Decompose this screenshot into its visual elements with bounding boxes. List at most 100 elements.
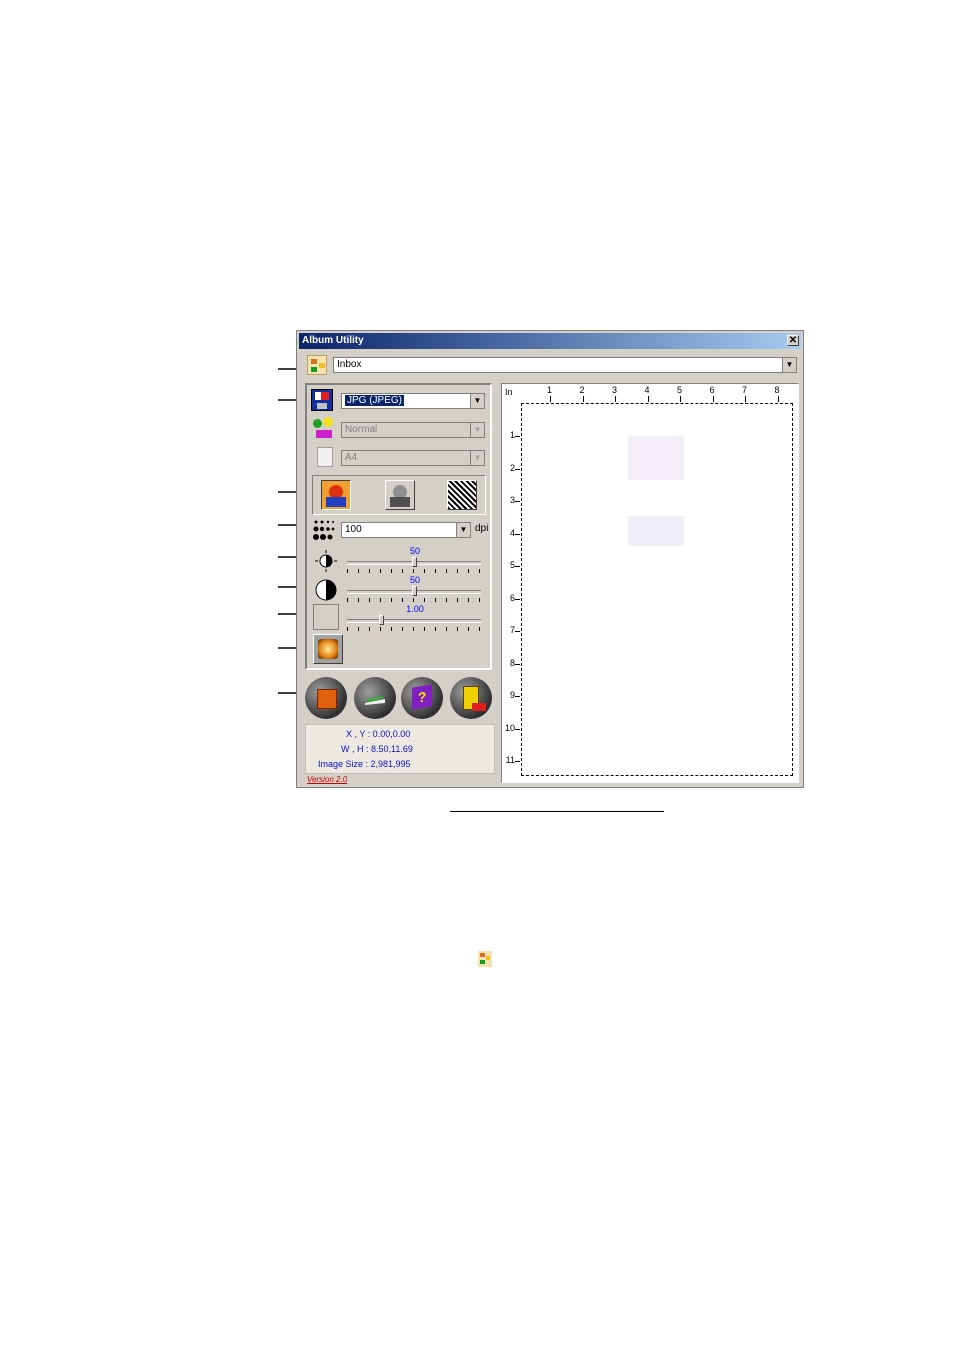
acquire-button[interactable]: [305, 677, 347, 719]
chevron-down-icon[interactable]: ▼: [470, 423, 484, 437]
ruler-unit: In: [505, 387, 513, 397]
xy-readout: X , Y : 0.00,0.00: [346, 729, 411, 739]
color-mode-button[interactable]: [321, 480, 351, 510]
ruler-tick: [515, 501, 520, 502]
gamma-grid-icon: [313, 604, 339, 630]
contrast-slider-thumb[interactable]: [412, 586, 417, 596]
brightness-value: 50: [409, 546, 420, 556]
gamma-slider-thumb[interactable]: [378, 615, 384, 625]
format-select[interactable]: JPG (JPEG) ▼: [341, 393, 485, 409]
acquire-icon: [317, 689, 337, 709]
album-utility-window: Album Utility ✕ Inbox ▼ JPG (JPEG) ▼ Nor…: [296, 330, 804, 788]
chevron-down-icon[interactable]: ▼: [470, 394, 484, 408]
chevron-down-icon[interactable]: ▼: [456, 523, 470, 537]
left-ruler: 1 2 3 4 5 6 7 8 9 10 11: [502, 384, 520, 782]
ruler-tick: [582, 396, 584, 402]
ruler-tick: [515, 598, 520, 600]
album-select[interactable]: Inbox ▼: [333, 357, 797, 373]
album-icon[interactable]: [307, 355, 327, 375]
exit-button[interactable]: [450, 677, 492, 719]
quality-select-value: Normal: [345, 424, 378, 435]
ruler-tick: [680, 396, 681, 402]
ruler-tick-label: 8: [774, 385, 780, 395]
ruler-tick-label: 7: [742, 385, 748, 395]
thumbnail: [628, 436, 684, 480]
chevron-down-icon[interactable]: ▼: [782, 358, 796, 372]
gamma-value: 1.00: [406, 604, 424, 614]
ruler-tick: [515, 631, 520, 632]
close-button[interactable]: ✕: [787, 335, 799, 346]
paper-select-value: A4: [345, 452, 358, 463]
ruler-tick: [515, 728, 520, 730]
ruler-tick: [515, 468, 520, 470]
ruler-tick: [777, 396, 779, 402]
dpi-select-value: 100: [345, 524, 362, 535]
scan-page-area[interactable]: [521, 403, 793, 776]
preview-area[interactable]: 1 2 3 4 5 6 7 8 1 2 3 4 5 6 7 8 9 10 11 In: [501, 383, 799, 783]
help-button[interactable]: ?: [401, 677, 443, 719]
ruler-tick-label: 3: [509, 495, 515, 505]
help-book-icon: ?: [412, 684, 432, 710]
info-panel: X , Y : 0.00,0.00 W , H : 8.50,11.69 Ima…: [305, 724, 495, 774]
ruler-tick-label: 2: [509, 462, 515, 473]
album-icon: [478, 951, 492, 967]
ruler-tick-label: 1: [509, 430, 515, 440]
gamma-ticks: [347, 627, 481, 631]
dpi-select[interactable]: 100 ▼: [341, 522, 471, 538]
paper-select[interactable]: A4 ▼: [341, 450, 485, 466]
format-select-value: JPG (JPEG): [345, 395, 405, 406]
ruler-tick-label: 5: [509, 560, 515, 570]
version-label: Version 2.0: [307, 775, 348, 784]
ruler-tick-label: 8: [509, 657, 515, 668]
gamma-track[interactable]: [347, 619, 481, 623]
paper-icon: [317, 447, 333, 467]
ruler-tick-label: 7: [509, 625, 515, 635]
ruler-tick: [515, 533, 520, 535]
ruler-tick: [615, 396, 616, 402]
wh-readout: W , H : 8.50,11.69: [341, 744, 413, 754]
ruler-tick-label: 4: [509, 527, 515, 538]
image-size-readout: Image Size : 2,981,995: [318, 759, 411, 769]
contrast-value: 50: [409, 575, 420, 585]
contrast-icon: [315, 579, 337, 601]
lineart-mode-button[interactable]: [447, 480, 477, 510]
contrast-ticks: [347, 598, 481, 602]
scan-button[interactable]: [354, 677, 396, 719]
ruler-tick: [712, 396, 714, 402]
ruler-tick: [550, 396, 551, 402]
chevron-down-icon[interactable]: ▼: [470, 451, 484, 465]
ruler-tick-label: 6: [509, 592, 515, 603]
album-select-value: Inbox: [337, 359, 362, 370]
top-ruler: 1 2 3 4 5 6 7 8: [502, 384, 798, 402]
ruler-tick: [515, 436, 520, 437]
ruler-tick-label: 3: [612, 385, 618, 395]
quality-icon: [313, 417, 335, 439]
color-mode-group: [312, 475, 486, 515]
save-format-icon: [311, 389, 333, 411]
brightness-icon: [315, 550, 337, 572]
brightness-ticks: [347, 569, 481, 573]
quality-select[interactable]: Normal ▼: [341, 422, 485, 438]
thumbnail: [628, 516, 684, 546]
ruler-tick-label: 10: [504, 722, 515, 733]
window-title: Album Utility: [302, 335, 364, 346]
ruler-tick-label: 1: [547, 385, 553, 395]
grayscale-mode-button[interactable]: [385, 480, 415, 510]
caption-underline: [450, 811, 664, 812]
ruler-tick-label: 5: [677, 385, 683, 395]
ruler-tick: [515, 663, 520, 665]
title-bar[interactable]: Album Utility ✕: [299, 333, 801, 349]
ruler-tick: [515, 696, 520, 697]
ruler-tick-label: 2: [579, 385, 585, 395]
ruler-tick-label: 11: [505, 755, 515, 765]
dpi-unit-label: dpi: [475, 523, 489, 534]
ruler-tick-label: 6: [709, 385, 715, 395]
ruler-tick-label: 9: [509, 690, 515, 700]
ruler-tick: [515, 566, 520, 567]
dpi-dots-icon: [313, 520, 335, 540]
scan-icon: [365, 696, 385, 705]
filter-icon[interactable]: [313, 634, 343, 664]
brightness-slider-thumb[interactable]: [412, 557, 417, 567]
ruler-tick: [745, 396, 746, 402]
ruler-tick-label: 4: [644, 385, 650, 395]
